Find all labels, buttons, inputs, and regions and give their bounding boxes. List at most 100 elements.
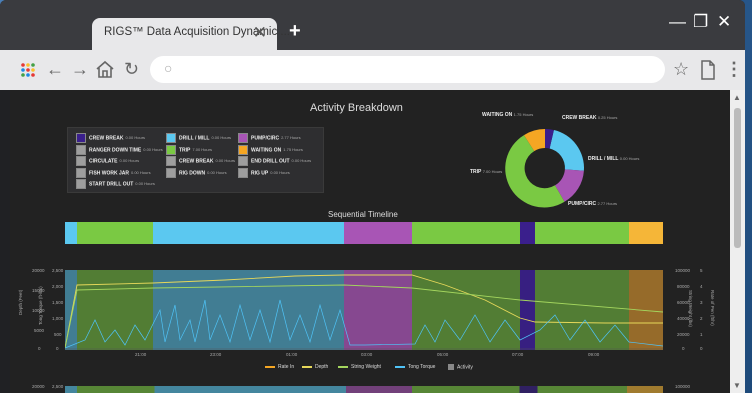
legend-label: END DRILL OUT (251, 158, 290, 165)
chart-legend-activity[interactable]: Activity (448, 364, 473, 370)
menu-kebab-icon[interactable]: ⋮ (725, 59, 743, 80)
apps-grid-icon[interactable] (20, 62, 36, 78)
new-tab-button[interactable]: + (289, 20, 301, 43)
timeline-segment[interactable] (77, 222, 153, 244)
legend-hours: 0.00 Hours (125, 135, 146, 141)
sequential-timeline-bar[interactable] (65, 222, 663, 244)
sequential-timeline-title: Sequential Timeline (328, 210, 398, 219)
legend-item[interactable]: START DRILL OUT 0.00 Hours (76, 179, 155, 189)
legend-hours: 2.77 Hours (281, 135, 301, 141)
address-bar[interactable]: ○ (150, 56, 665, 83)
legend-hours: 0.00 Hours (291, 158, 312, 164)
axis-tick: 4 (700, 284, 703, 289)
axis-tick: 0 (38, 346, 41, 351)
page-icon[interactable] (700, 60, 716, 80)
timeline-segment[interactable] (520, 222, 535, 244)
donut-label-pump-circ: PUMP/CIRC 2.77 Hours (568, 201, 618, 207)
axis-tick: 100000 (675, 268, 691, 273)
legend-item[interactable]: RIG UP 0.00 Hours (238, 167, 290, 178)
axis-tick: 5000 (34, 328, 45, 333)
chart-legend-rate-in[interactable]: Rate In (265, 364, 294, 370)
bookmark-star-icon[interactable]: ☆ (673, 59, 689, 80)
axis-tick: 2,500 (52, 384, 64, 389)
legend-item[interactable]: CIRCULATE 0.00 Hours (76, 156, 139, 166)
axis-label: Tong Torque (ft-lbs) (38, 286, 43, 325)
legend-swatch (166, 144, 176, 155)
axis-tick: 1 (700, 332, 703, 337)
legend-swatch (166, 156, 176, 166)
time-series-chart (65, 270, 663, 350)
legend-swatch (238, 167, 248, 178)
legend-label: CREW BREAK (179, 158, 214, 165)
axis-tick: 20000 (32, 268, 45, 273)
legend-label: RIG UP (251, 169, 269, 176)
legend-swatch (76, 179, 86, 189)
axis-tick: 0 (56, 346, 59, 351)
forward-arrow-icon[interactable]: → (71, 59, 89, 80)
axis-tick: 1,000 (52, 316, 64, 321)
legend-item[interactable]: CREW BREAK 0.00 Hours (76, 133, 145, 143)
x-tick: 01:00 (286, 352, 298, 357)
legend-swatch (76, 167, 86, 178)
axis-tick: 2,500 (52, 268, 64, 273)
legend-swatch (166, 133, 176, 143)
page-title: Activity Breakdown (310, 102, 403, 114)
legend-item[interactable]: RIG DOWN 0.00 Hours (166, 167, 227, 178)
dashboard-content: Activity Breakdown CREW BREAK 0.00 Hours R… (10, 90, 730, 393)
legend-label: RIG DOWN (179, 169, 206, 176)
legend-hours: 0.00 Hours (215, 158, 236, 164)
chart-legend-tong-torque[interactable]: Tong Torque (395, 364, 435, 370)
timeline-segment[interactable] (344, 222, 412, 244)
home-icon[interactable] (95, 59, 115, 79)
axis-label: Depth (Feet) (18, 289, 23, 315)
browser-tab[interactable]: RIGS™ Data Acquisition Dynamic ... ✕ (92, 18, 290, 50)
scrollbar-thumb[interactable] (734, 108, 741, 248)
timeline-segment[interactable] (153, 222, 344, 244)
legend-hours: 0.00 Hours (211, 135, 232, 141)
chart-legend-string-weight[interactable]: String Weight (338, 364, 381, 370)
legend-item[interactable]: END DRILL OUT 0.00 Hours (238, 156, 311, 166)
tab-close-icon[interactable]: ✕ (253, 23, 267, 43)
legend-hours: 7.00 Hours (192, 146, 212, 152)
axis-tick: 20000 (32, 384, 45, 389)
scroll-down-icon[interactable]: ▼ (733, 381, 741, 390)
axis-tick: 3 (700, 300, 703, 305)
timeline-segment[interactable] (535, 222, 629, 244)
x-tick: 05:00 (437, 352, 449, 357)
back-arrow-icon[interactable]: ← (46, 59, 64, 80)
axis-tick: 20000 (677, 332, 690, 337)
legend-swatch (76, 133, 86, 143)
restore-button[interactable]: ❐ (693, 12, 708, 32)
x-tick: 09:00 (588, 352, 600, 357)
timeline-segment[interactable] (629, 222, 663, 244)
donut-label-waiting-on: WAITING ON 1.75 Hours (482, 112, 534, 118)
axis-tick: 0 (700, 346, 703, 351)
axis-label: String Weight (lbs) (688, 290, 693, 327)
legend-hours: 0.00 Hours (143, 146, 163, 152)
axis-tick: 80000 (677, 284, 690, 289)
legend-item[interactable]: FISH WORK JAR 0.00 Hours (76, 167, 151, 178)
legend-item[interactable]: DRILL / MILL 0.00 Hours (166, 133, 231, 143)
donut-slice-drill-mill[interactable] (549, 130, 584, 171)
vertical-scrollbar[interactable]: ▲ ▼ (730, 90, 745, 393)
minimize-button[interactable]: — (669, 12, 686, 32)
legend-item[interactable]: WAITING ON 1.75 Hours (238, 144, 303, 155)
legend-label: TRIP (179, 146, 191, 153)
chart-legend-depth[interactable]: Depth (302, 364, 328, 370)
legend-item[interactable]: RANGER DOWN TIME 0.00 Hours (76, 144, 163, 155)
timeline-segment[interactable] (65, 222, 77, 244)
legend-item[interactable]: TRIP 7.00 Hours (166, 144, 212, 155)
legend-hours: 1.75 Hours (283, 146, 303, 152)
activity-legend: CREW BREAK 0.00 Hours RANGER DOWN TIME 0.00… (67, 127, 324, 193)
axis-label: Rate of Pen (ft/hr) (710, 290, 715, 326)
legend-item[interactable]: PUMP/CIRC 2.77 Hours (238, 133, 301, 143)
close-window-button[interactable]: ✕ (717, 12, 731, 32)
axis-tick: 1,500 (52, 300, 64, 305)
reload-icon[interactable]: ↻ (124, 59, 139, 80)
timeline-segment[interactable] (412, 222, 520, 244)
x-tick: 23:00 (210, 352, 222, 357)
scroll-up-icon[interactable]: ▲ (733, 93, 741, 102)
legend-item[interactable]: CREW BREAK 0.00 Hours (166, 156, 235, 166)
second-chart-preview (65, 386, 663, 393)
legend-swatch (76, 144, 86, 155)
